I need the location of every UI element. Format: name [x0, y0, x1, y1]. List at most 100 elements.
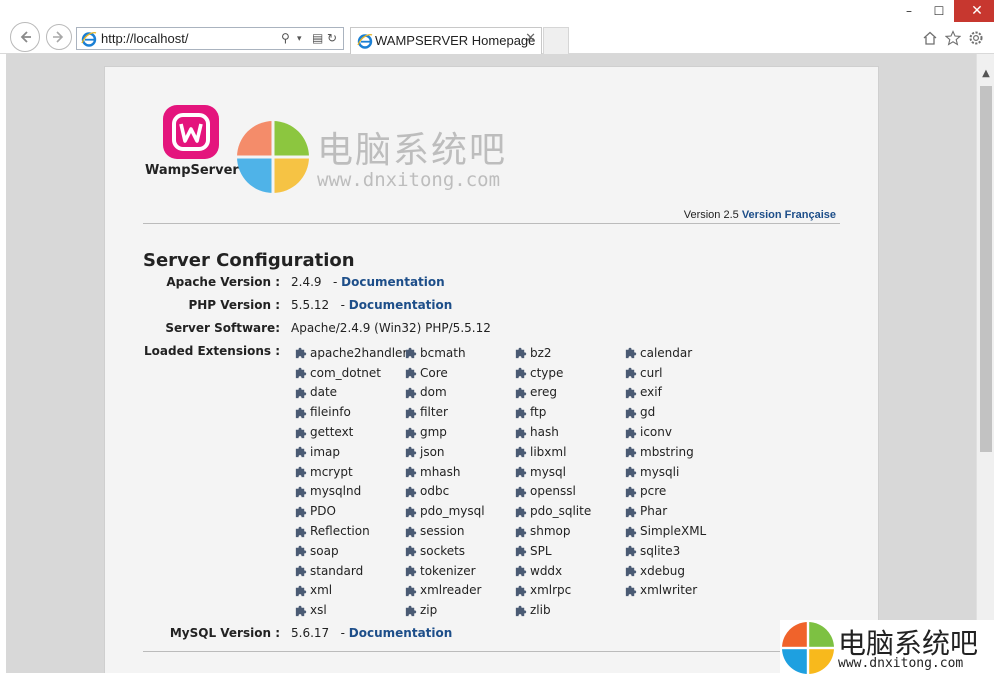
server-software: Apache/2.4.9 (Win32) PHP/5.5.12	[291, 321, 491, 335]
new-tab-button[interactable]	[543, 27, 569, 54]
software-label: Server Software:	[165, 321, 280, 335]
extension-name: curl	[640, 365, 663, 380]
extension-item: com_dotnet	[294, 363, 404, 383]
extension-name: ereg	[530, 385, 558, 400]
extension-item: mysql	[514, 462, 624, 482]
extension-name: wddx	[530, 563, 563, 578]
extension-name: mysql	[530, 464, 566, 479]
puzzle-piece-icon	[405, 565, 417, 577]
mysql-documentation-link[interactable]: Documentation	[349, 626, 453, 640]
extension-item: PDO	[294, 501, 404, 521]
url-text[interactable]: http://localhost/	[101, 31, 188, 46]
settings-gear-icon[interactable]	[966, 28, 986, 48]
puzzle-piece-icon	[405, 466, 417, 478]
extension-name: ctype	[530, 365, 564, 380]
tab-wampserver-homepage[interactable]: WAMPSERVER Homepage ✕	[350, 27, 542, 54]
home-icon[interactable]	[920, 28, 940, 48]
puzzle-piece-icon	[625, 526, 637, 537]
puzzle-piece-icon	[625, 348, 637, 359]
page-viewport: WampServer 电脑系统吧 www.dnxitong.com Versio…	[6, 54, 976, 673]
extension-item: calendar	[624, 343, 734, 363]
extension-name: tokenizer	[420, 563, 476, 578]
address-bar[interactable]: http://localhost/ ⚲ ▾ ▤ ↻	[76, 27, 344, 50]
extension-item: gd	[624, 402, 734, 422]
tab-title: WAMPSERVER Homepage	[375, 33, 536, 48]
window-frame	[994, 0, 1000, 673]
puzzle-piece-icon	[515, 466, 527, 478]
extension-item: apache2handler	[294, 343, 408, 363]
puzzle-piece-icon	[625, 367, 637, 379]
puzzle-piece-icon	[515, 367, 527, 379]
extension-name: Reflection	[310, 524, 370, 539]
extension-name: shmop	[530, 524, 571, 539]
scroll-up-icon[interactable]: ▲	[980, 68, 992, 79]
extension-item: soap	[294, 541, 404, 561]
section-title: Server Configuration	[143, 250, 355, 271]
puzzle-piece-icon	[405, 486, 417, 498]
extensions-list: apache2handler bcmath bz2 calendar com_dotne…	[294, 343, 734, 620]
ie-icon	[357, 34, 373, 49]
extension-item: odbc	[404, 482, 514, 502]
extension-name: Core	[420, 365, 448, 380]
extension-name: iconv	[640, 425, 672, 440]
extension-item: date	[294, 383, 404, 403]
extension-item: xdebug	[624, 561, 734, 581]
puzzle-piece-icon	[625, 506, 637, 517]
tab-close-icon[interactable]: ✕	[525, 31, 536, 46]
extension-name: bz2	[530, 345, 552, 360]
extension-name: apache2handler	[310, 345, 408, 360]
watermark-pie-icon	[237, 121, 309, 193]
puzzle-piece-icon	[295, 367, 307, 379]
maximize-button[interactable]: ☐	[924, 0, 954, 22]
watermark-logo: 电脑系统吧 www.dnxitong.com	[237, 121, 537, 197]
extension-item: sockets	[404, 541, 514, 561]
extension-item: json	[404, 442, 514, 462]
extension-item: standard	[294, 561, 404, 581]
puzzle-piece-icon	[625, 387, 637, 399]
extension-item: pdo_mysql	[404, 501, 514, 521]
puzzle-piece-icon	[625, 486, 637, 498]
puzzle-piece-icon	[625, 427, 637, 438]
extension-name: date	[310, 385, 338, 400]
puzzle-piece-icon	[405, 367, 417, 379]
wamp-w-icon	[163, 105, 219, 159]
extension-name: xdebug	[640, 563, 685, 578]
minimize-button[interactable]: –	[894, 0, 924, 22]
php-documentation-link[interactable]: Documentation	[349, 298, 453, 312]
extension-name: gmp	[420, 425, 447, 440]
version-line: Version 2.5 Version Française	[684, 209, 836, 221]
extension-name: mysqli	[640, 464, 680, 479]
extension-item: session	[404, 521, 514, 541]
extension-name: libxml	[530, 444, 567, 459]
extension-item: xml	[294, 581, 404, 601]
extension-name: xmlwriter	[640, 583, 698, 598]
vertical-scrollbar[interactable]: ▲	[976, 54, 994, 673]
forward-button[interactable]	[46, 24, 72, 50]
refresh-icon[interactable]: ↻	[327, 31, 337, 45]
favorites-star-icon[interactable]	[943, 28, 963, 48]
dropdown-icon[interactable]: ▾	[297, 34, 302, 44]
wampserver-logo[interactable]: WampServer	[145, 105, 239, 185]
extension-name: pdo_mysql	[420, 504, 485, 519]
back-arrow-icon	[20, 31, 31, 43]
extension-name: json	[420, 444, 445, 459]
search-icon[interactable]: ⚲	[281, 31, 290, 45]
version-francaise-link[interactable]: Version Française	[742, 209, 836, 221]
puzzle-piece-icon	[515, 605, 527, 616]
back-button[interactable]	[10, 22, 40, 52]
php-version: 5.5.12	[291, 298, 330, 312]
extension-name: pdo_sqlite	[530, 504, 592, 519]
extension-item: shmop	[514, 521, 624, 541]
extension-item: mcrypt	[294, 462, 404, 482]
compat-view-icon[interactable]: ▤	[312, 31, 323, 45]
extension-name: zip	[420, 603, 438, 618]
puzzle-piece-icon	[295, 546, 307, 557]
scrollbar-thumb[interactable]	[980, 86, 992, 452]
puzzle-piece-icon	[515, 506, 527, 517]
apache-documentation-link[interactable]: Documentation	[341, 275, 445, 289]
extension-item: pdo_sqlite	[514, 501, 624, 521]
extension-item: xsl	[294, 600, 404, 620]
extension-name: pcre	[640, 484, 667, 499]
extension-item: curl	[624, 363, 734, 383]
puzzle-piece-icon	[295, 605, 307, 616]
